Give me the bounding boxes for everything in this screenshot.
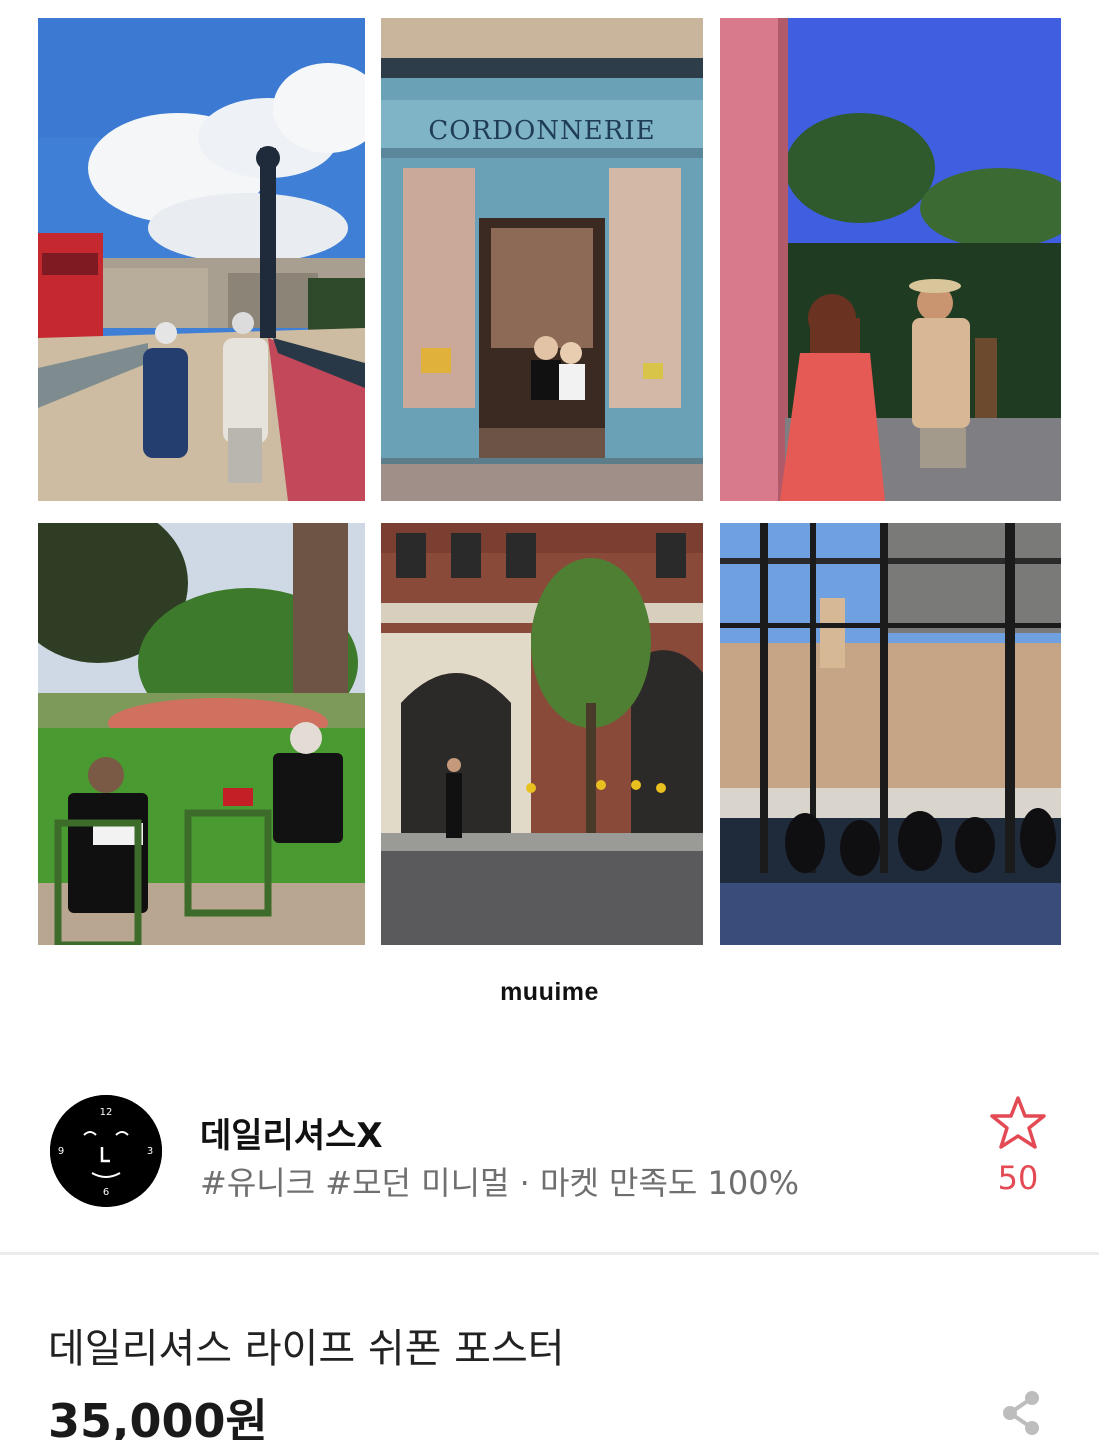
share-button[interactable] xyxy=(998,1388,1044,1438)
section-divider xyxy=(0,1252,1099,1255)
share-icon xyxy=(1003,1391,1039,1435)
svg-text:6: 6 xyxy=(103,1187,109,1198)
seller-name[interactable]: 데일리셔스X xyxy=(200,1108,383,1157)
product-title: 데일리셔스 라이프 쉬폰 포스터 xyxy=(48,1326,565,1372)
brand-watermark: muuime xyxy=(500,978,599,1006)
clock-face-avatar-icon[interactable]: 12 3 6 9 xyxy=(50,1095,162,1207)
photo-bridge-walk xyxy=(38,18,365,501)
photo-shop-front: CORDONNERIE xyxy=(381,18,703,501)
seller-info[interactable]: 12 3 6 9 데일리셔스X #유니크 #모던 미니멀 · 마켓 만족도 10… xyxy=(0,1090,1099,1210)
seller-tags: #유니크 #모던 미니멀 · 마켓 만족도 100% xyxy=(200,1164,800,1202)
svg-text:9: 9 xyxy=(58,1146,64,1157)
photo-window-view xyxy=(720,523,1061,945)
shop-sign-text: CORDONNERIE xyxy=(428,116,656,146)
star-outline-icon xyxy=(990,1096,1046,1149)
photo-brick-building xyxy=(381,523,703,945)
photo-couple-walk xyxy=(720,18,1061,501)
favorite-count: 50 xyxy=(997,1159,1039,1197)
product-price: 35,000원 xyxy=(48,1394,268,1440)
svg-text:12: 12 xyxy=(100,1107,113,1118)
photo-park-reading xyxy=(38,523,365,945)
favorite-button[interactable]: 50 xyxy=(985,1095,1051,1207)
svg-text:3: 3 xyxy=(147,1146,153,1157)
product-image-gallery[interactable]: CORDONNERIE muuime xyxy=(0,0,1099,1050)
